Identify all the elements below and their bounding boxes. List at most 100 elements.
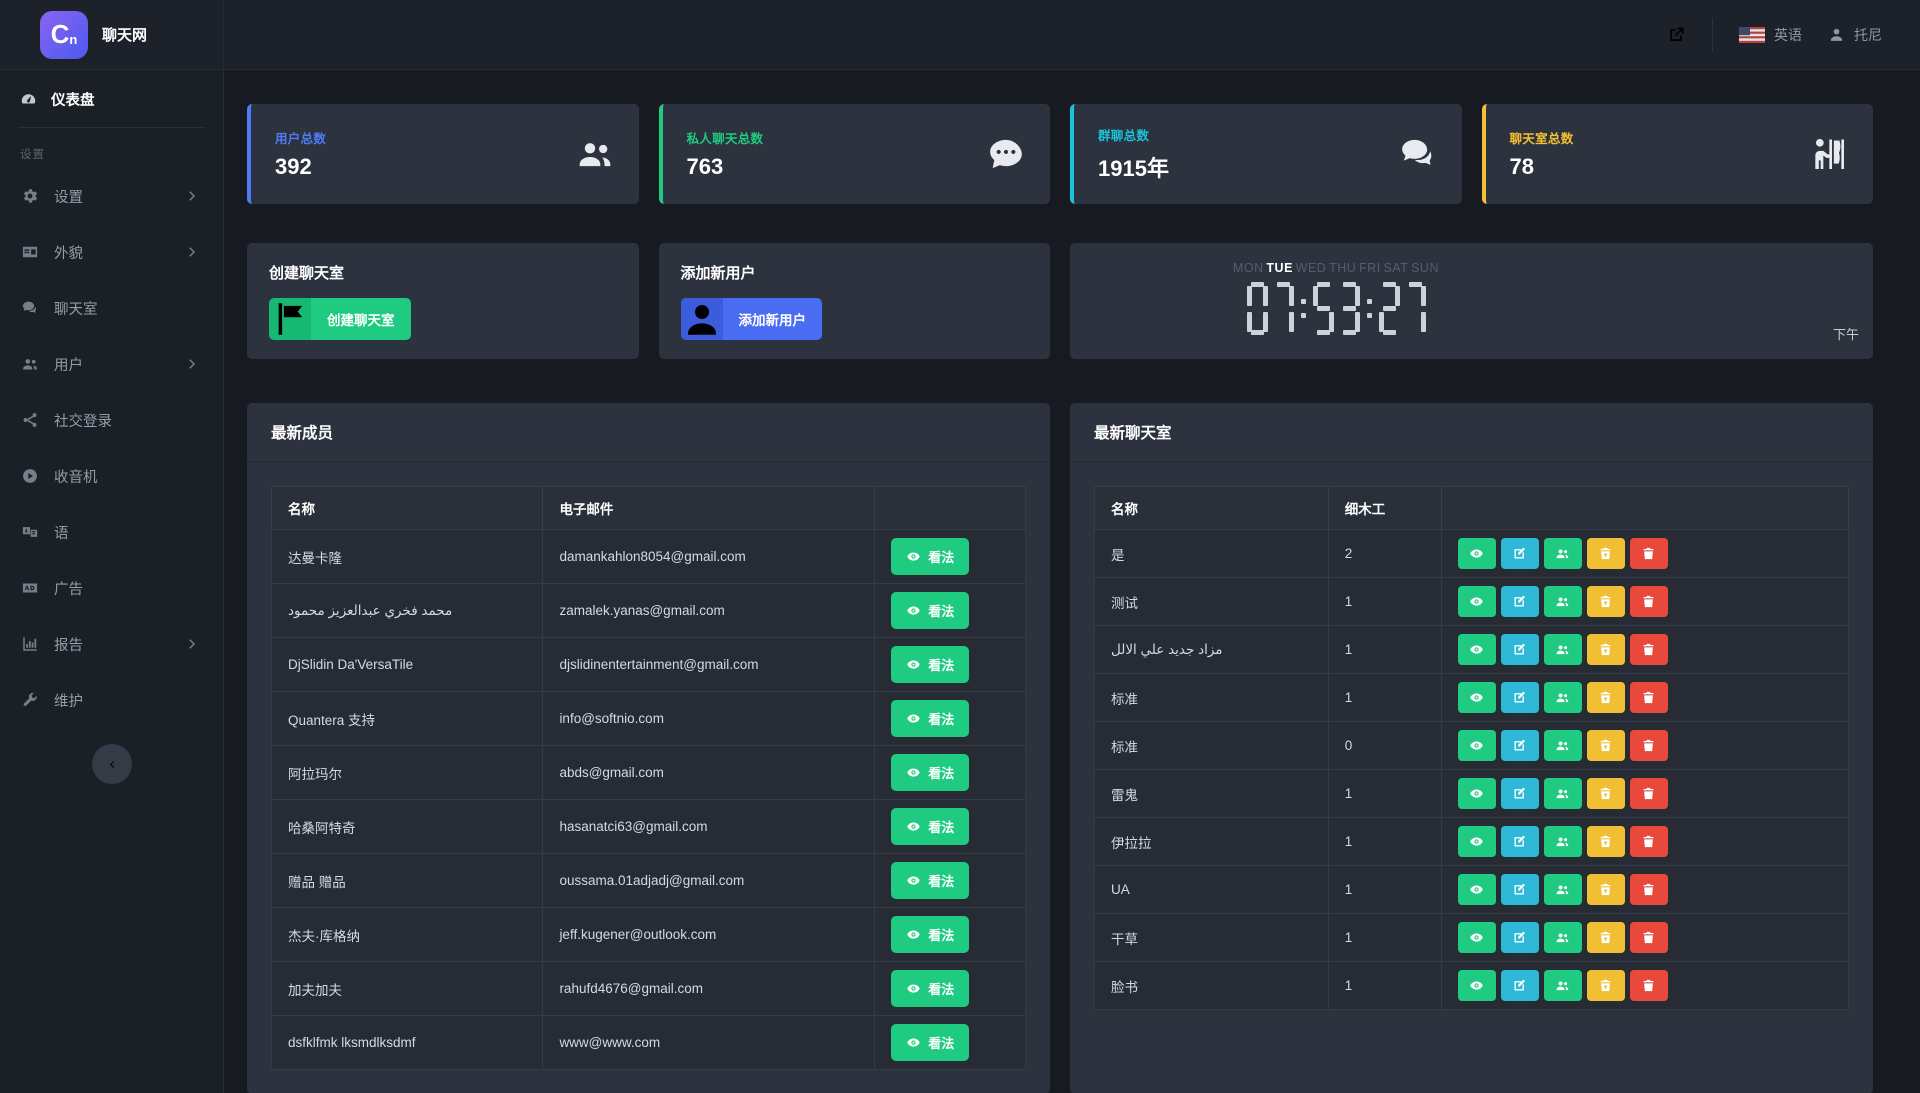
- quick-action-button[interactable]: 创建聊天室: [269, 298, 411, 340]
- quick-action-button[interactable]: 添加新用户: [681, 298, 823, 340]
- comment-dots-icon: [986, 134, 1026, 174]
- room-members-button[interactable]: [1544, 970, 1582, 1001]
- member-name-cell: Quantera 支持: [272, 692, 543, 746]
- room-delete-button[interactable]: [1630, 730, 1668, 761]
- sidebar-item[interactable]: 用户: [0, 336, 223, 392]
- sidebar-item[interactable]: 社交登录: [0, 392, 223, 448]
- room-view-button[interactable]: [1458, 970, 1496, 1001]
- room-delete-button[interactable]: [1630, 826, 1668, 857]
- sidebar-item[interactable]: 外貌: [0, 224, 223, 280]
- clock-day: SUN: [1411, 261, 1439, 275]
- room-delete-button[interactable]: [1630, 538, 1668, 569]
- room-restore-button[interactable]: [1587, 826, 1625, 857]
- chevron-right-icon: [183, 635, 203, 653]
- sidebar-item[interactable]: 广告: [0, 560, 223, 616]
- room-edit-button[interactable]: [1501, 970, 1539, 1001]
- room-delete-button[interactable]: [1630, 778, 1668, 809]
- room-restore-button[interactable]: [1587, 730, 1625, 761]
- sidebar-item[interactable]: 报告: [0, 616, 223, 672]
- room-restore-button[interactable]: [1587, 778, 1625, 809]
- room-view-button[interactable]: [1458, 826, 1496, 857]
- room-restore-button[interactable]: [1587, 682, 1625, 713]
- room-members-button[interactable]: [1544, 586, 1582, 617]
- room-view-button[interactable]: [1458, 586, 1496, 617]
- room-members-button[interactable]: [1544, 538, 1582, 569]
- sidebar-item-dashboard[interactable]: 仪表盘: [0, 79, 223, 119]
- room-joiners-cell: 1: [1328, 626, 1441, 674]
- room-delete-button[interactable]: [1630, 922, 1668, 953]
- view-member-button[interactable]: 看法: [891, 646, 969, 683]
- room-edit-button[interactable]: [1501, 874, 1539, 905]
- view-member-button[interactable]: 看法: [891, 1024, 969, 1061]
- sidebar-item[interactable]: 设置: [0, 168, 223, 224]
- room-edit-button[interactable]: [1501, 682, 1539, 713]
- brand-title: 聊天网: [102, 24, 147, 45]
- room-edit-button[interactable]: [1501, 826, 1539, 857]
- room-restore-button[interactable]: [1587, 922, 1625, 953]
- trash-icon: [1641, 690, 1656, 705]
- member-row: محمد فخري عبدالعزيز محمودzamalek.yanas@g…: [272, 584, 1026, 638]
- sidebar-item[interactable]: 聊天室: [0, 280, 223, 336]
- room-restore-button[interactable]: [1587, 586, 1625, 617]
- room-row: 测试1: [1095, 578, 1849, 626]
- brand[interactable]: Cn 聊天网: [0, 0, 224, 69]
- view-member-button[interactable]: 看法: [891, 700, 969, 737]
- room-delete-button[interactable]: [1630, 586, 1668, 617]
- member-email-cell: oussama.01adjadj@gmail.com: [543, 854, 875, 908]
- room-view-button[interactable]: [1458, 634, 1496, 665]
- language-selector[interactable]: 英语: [1739, 25, 1802, 45]
- external-link-icon[interactable]: [1666, 25, 1686, 45]
- room-delete-button[interactable]: [1630, 682, 1668, 713]
- view-member-button[interactable]: 看法: [891, 970, 969, 1007]
- view-member-button[interactable]: 看法: [891, 808, 969, 845]
- room-edit-button[interactable]: [1501, 922, 1539, 953]
- sidebar-item-label: 用户: [54, 354, 169, 375]
- room-name-cell: 干草: [1095, 914, 1329, 962]
- room-edit-button[interactable]: [1501, 730, 1539, 761]
- room-members-button[interactable]: [1544, 826, 1582, 857]
- room-members-button[interactable]: [1544, 682, 1582, 713]
- room-restore-button[interactable]: [1587, 634, 1625, 665]
- room-delete-button[interactable]: [1630, 634, 1668, 665]
- room-members-button[interactable]: [1544, 634, 1582, 665]
- room-restore-button[interactable]: [1587, 538, 1625, 569]
- eye-icon: [1469, 930, 1484, 945]
- view-member-button[interactable]: 看法: [891, 592, 969, 629]
- room-view-button[interactable]: [1458, 874, 1496, 905]
- room-restore-button[interactable]: [1587, 970, 1625, 1001]
- room-members-button[interactable]: [1544, 922, 1582, 953]
- user-menu[interactable]: 托尼: [1828, 25, 1882, 45]
- view-member-button[interactable]: 看法: [891, 538, 969, 575]
- panel-heading: 添加新用户: [681, 262, 1029, 283]
- sidebar-item[interactable]: 收音机: [0, 448, 223, 504]
- member-name-cell: 阿拉玛尔: [272, 746, 543, 800]
- view-member-button[interactable]: 看法: [891, 754, 969, 791]
- room-edit-button[interactable]: [1501, 586, 1539, 617]
- room-members-button[interactable]: [1544, 778, 1582, 809]
- room-joiners-cell: 1: [1328, 818, 1441, 866]
- room-view-button[interactable]: [1458, 730, 1496, 761]
- room-view-button[interactable]: [1458, 538, 1496, 569]
- sidebar-item[interactable]: 维护: [0, 672, 223, 728]
- sidebar-collapse-button[interactable]: [92, 744, 132, 784]
- view-member-button[interactable]: 看法: [891, 916, 969, 953]
- room-edit-button[interactable]: [1501, 778, 1539, 809]
- room-edit-button[interactable]: [1501, 538, 1539, 569]
- sidebar-item[interactable]: 语: [0, 504, 223, 560]
- view-button-label: 看法: [928, 817, 954, 836]
- room-restore-button[interactable]: [1587, 874, 1625, 905]
- room-delete-button[interactable]: [1630, 970, 1668, 1001]
- room-view-button[interactable]: [1458, 682, 1496, 713]
- share-icon: [20, 411, 40, 429]
- member-name-cell: dsfklfmk lksmdlksdmf: [272, 1016, 543, 1070]
- room-delete-button[interactable]: [1630, 874, 1668, 905]
- gear-icon: [20, 187, 40, 205]
- room-view-button[interactable]: [1458, 778, 1496, 809]
- room-view-button[interactable]: [1458, 922, 1496, 953]
- room-edit-button[interactable]: [1501, 634, 1539, 665]
- quick-action-panel: 添加新用户添加新用户: [659, 243, 1051, 359]
- room-members-button[interactable]: [1544, 874, 1582, 905]
- view-member-button[interactable]: 看法: [891, 862, 969, 899]
- room-members-button[interactable]: [1544, 730, 1582, 761]
- latest-rooms-card: 最新聊天室 名称细木工 是2测试1مزاد جديد علي الالل1标准1…: [1070, 403, 1873, 1093]
